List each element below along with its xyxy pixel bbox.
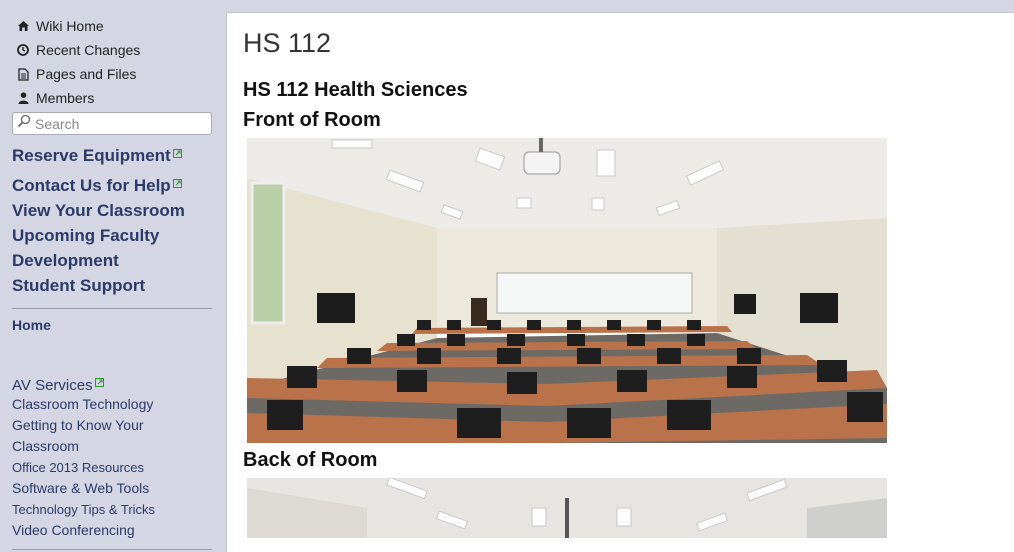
- wiki-home-link[interactable]: Wiki Home: [12, 14, 226, 38]
- recent-changes-label: Recent Changes: [36, 42, 141, 58]
- external-link-icon: [172, 179, 182, 188]
- student-support-link[interactable]: Student Support: [12, 273, 226, 298]
- main-content: HS 112 HS 112 Health Sciences Front of R…: [226, 12, 1014, 552]
- document-icon: [16, 67, 30, 81]
- classroom-technology-link[interactable]: Classroom Technology: [12, 394, 226, 415]
- recent-changes-link[interactable]: Recent Changes: [12, 38, 226, 62]
- back-of-room-photo: [247, 478, 887, 538]
- search-input[interactable]: [35, 115, 205, 132]
- members-link[interactable]: Members: [12, 86, 226, 110]
- front-of-room-heading: Front of Room: [243, 109, 381, 131]
- getting-to-know-link[interactable]: Getting to Know Your: [12, 415, 226, 436]
- sidebar-divider-bottom: [12, 549, 212, 550]
- tech-tips-link[interactable]: Technology Tips & Tricks: [12, 499, 226, 520]
- front-of-room-photo: [247, 138, 887, 443]
- reserve-equipment-label: Reserve Equipment: [12, 146, 171, 165]
- software-web-tools-link[interactable]: Software & Web Tools: [12, 478, 226, 499]
- contact-us-label: Contact Us for Help: [12, 176, 171, 195]
- view-classroom-link[interactable]: View Your Classroom: [12, 198, 226, 223]
- wiki-home-label: Wiki Home: [36, 18, 104, 34]
- search-icon: [17, 114, 31, 133]
- external-link-icon: [94, 378, 104, 387]
- home-icon: [16, 19, 30, 33]
- back-of-room-heading: Back of Room: [243, 449, 378, 471]
- home-link[interactable]: Home: [12, 317, 226, 333]
- sidebar: Wiki Home Recent Changes Pages and Files…: [0, 0, 226, 552]
- search-box[interactable]: [12, 112, 212, 135]
- getting-to-know-link-cont[interactable]: Classroom: [12, 436, 226, 457]
- video-conferencing-link[interactable]: Video Conferencing: [12, 520, 226, 541]
- contact-us-link[interactable]: Contact Us for Help: [12, 173, 226, 198]
- av-services-link[interactable]: AV Services: [12, 377, 226, 394]
- page-title: HS 112: [243, 28, 332, 58]
- members-label: Members: [36, 90, 95, 106]
- office-2013-link[interactable]: Office 2013 Resources: [12, 457, 226, 478]
- reserve-equipment-link[interactable]: Reserve Equipment: [12, 143, 226, 168]
- section-title: HS 112 Health Sciences: [243, 79, 468, 101]
- clock-icon: [16, 43, 30, 57]
- sidebar-divider: [12, 308, 212, 309]
- av-services-label: AV Services: [12, 377, 93, 394]
- pages-and-files-link[interactable]: Pages and Files: [12, 62, 226, 86]
- primary-nav: Reserve Equipment Contact Us for Help Vi…: [12, 143, 226, 298]
- av-sub-links: Classroom Technology Getting to Know You…: [12, 394, 226, 541]
- person-icon: [16, 91, 30, 105]
- external-link-icon: [172, 149, 182, 158]
- upcoming-faculty-link[interactable]: Upcoming Faculty: [12, 223, 226, 248]
- pages-and-files-label: Pages and Files: [36, 66, 137, 82]
- development-link[interactable]: Development: [12, 248, 226, 273]
